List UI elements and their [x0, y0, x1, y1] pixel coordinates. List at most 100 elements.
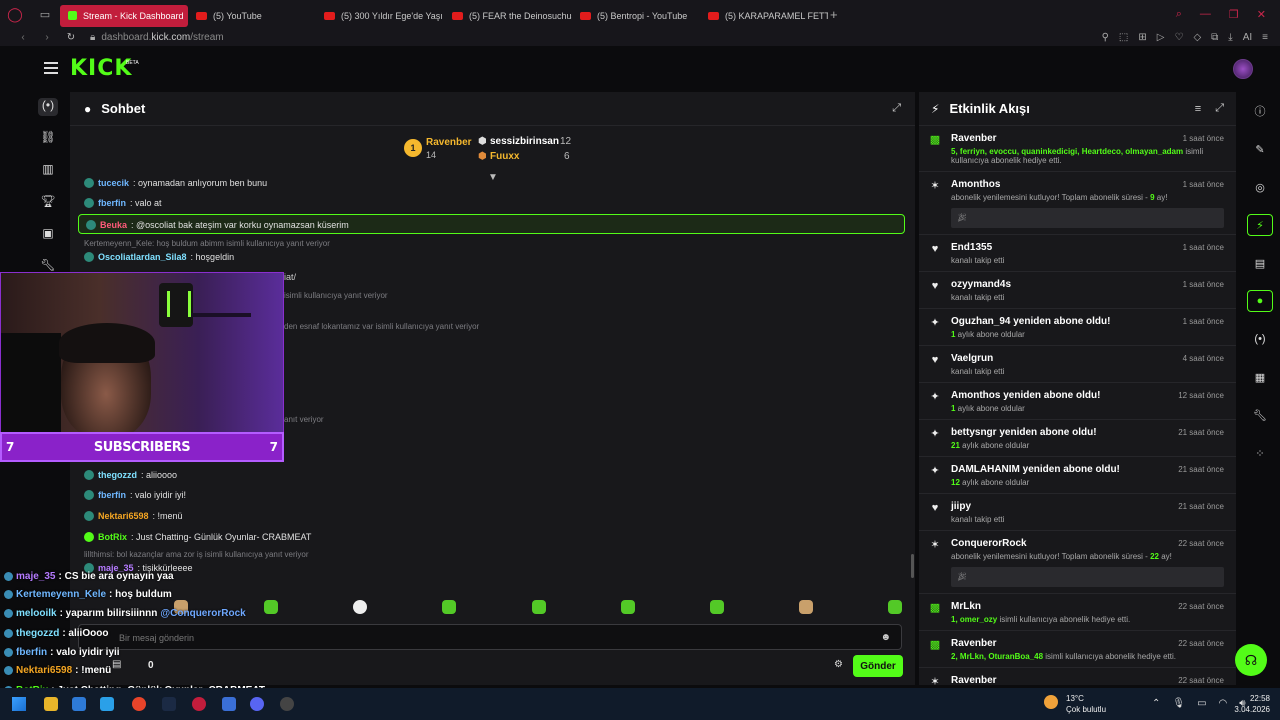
filter-icon[interactable]: ≡ [1195, 103, 1201, 115]
emote-button[interactable] [799, 600, 813, 614]
broadcast-icon[interactable]: (•) [1247, 328, 1273, 350]
windows-start-icon[interactable] [12, 697, 26, 711]
discord-icon[interactable] [250, 697, 264, 711]
integrations-icon[interactable]: ⁘ [1247, 442, 1273, 464]
weather-widget[interactable]: 13°C Çok bulutlu [1044, 693, 1106, 715]
menu-icon[interactable]: ≡ [1262, 32, 1268, 43]
feed-event[interactable]: ♥ jiipy 21 saat önce kanalı takip etti [919, 494, 1236, 531]
heart-icon[interactable]: ♡ [1174, 32, 1183, 43]
chat-username[interactable]: fberfin [98, 490, 126, 500]
browser-tab[interactable]: (5) Bentropi - YouTube [572, 5, 700, 27]
extensions-icon[interactable]: ⊞ [1138, 32, 1146, 43]
chat-username[interactable]: Nektari6598 [98, 511, 149, 521]
ai-button[interactable]: AI [1243, 32, 1252, 43]
feed-event[interactable]: ✶ Amonthos 1 saat önce abonelik yenilemesin… [919, 172, 1236, 235]
feed-event[interactable]: ✦ Oguzhan_94 yeniden abone oldu! 1 saat ön… [919, 309, 1236, 346]
feed-event[interactable]: ♥ ozyymand4s 1 saat önce kanalı takip etti [919, 272, 1236, 309]
forward-button[interactable]: › [38, 32, 56, 43]
kick-logo[interactable]: KICK [70, 56, 132, 81]
emote-button[interactable] [264, 600, 278, 614]
popout-icon[interactable]: ⤢ [1215, 102, 1224, 115]
chevron-up-icon[interactable]: ⌃ [1152, 698, 1160, 709]
chat-scrollbar[interactable] [911, 554, 914, 578]
cube-icon[interactable]: ◇ [1193, 32, 1201, 43]
chat-username[interactable]: thegozzd [98, 470, 137, 480]
support-headset-icon[interactable]: ☊ [1235, 644, 1267, 676]
send-button[interactable]: Gönder [853, 655, 903, 677]
opera-icon[interactable] [192, 697, 206, 711]
browser-tab[interactable]: (5) YouTube [188, 5, 316, 27]
steam-icon[interactable] [162, 697, 176, 711]
browser-tab[interactable]: (5) 300 Yıldır Ege'de Yaşı [316, 5, 444, 27]
document-icon[interactable]: ▤ [1247, 252, 1273, 274]
search-icon[interactable]: ⌕ [1176, 8, 1182, 21]
display-icon[interactable]: ▭ [1197, 698, 1206, 709]
scroll-down-icon[interactable]: ▼ [488, 172, 498, 183]
user-avatar[interactable] [1233, 59, 1253, 79]
feed-event[interactable]: ♥ End1355 1 saat önce kanalı takip etti [919, 235, 1236, 272]
chat-username[interactable]: Beuka [100, 220, 127, 230]
reload-button[interactable]: ↻ [62, 32, 80, 43]
close-button[interactable]: ✕ [1257, 8, 1266, 21]
media-icon[interactable]: ▣ [38, 226, 58, 244]
emote-button[interactable] [532, 600, 546, 614]
camera-icon[interactable]: ◎ [1247, 176, 1273, 198]
chat-username[interactable]: Oscoliatlardan_Sila8 [98, 252, 187, 262]
feed-event[interactable]: ▩ MrLkn 22 saat önce 1, omer_ozy isimli kul… [919, 594, 1236, 631]
trophy-icon[interactable]: 🏆︎ [38, 194, 58, 212]
edit-icon[interactable]: ✎ [1247, 138, 1273, 160]
url-field[interactable]: dashboard.kick.com/stream [101, 32, 223, 43]
puzzle-icon[interactable]: ⧉ [1211, 32, 1218, 43]
back-button[interactable]: ‹ [14, 32, 32, 43]
pin-icon[interactable]: ⚲ [1102, 32, 1109, 43]
broadcast-icon[interactable]: (•) [38, 98, 58, 116]
feed-event[interactable]: ▩ Ravenber 22 saat önce 2, MrLkn, OturanBoa… [919, 631, 1236, 668]
feed-event[interactable]: ✦ bettysngr yeniden abone oldu! 21 saat ön… [919, 420, 1236, 457]
chat-panel-icon[interactable]: ● [1247, 290, 1273, 312]
chrome-icon[interactable] [132, 697, 146, 711]
browser-tab[interactable]: (5) KARAPARAMEL FETTO [700, 5, 828, 27]
mic-icon[interactable]: 🎙︎ [1172, 698, 1185, 709]
chat-input[interactable]: Bir mesaj gönderin ☻ [78, 624, 902, 650]
emote-button[interactable] [888, 600, 902, 614]
new-tab-button[interactable]: + [830, 7, 838, 22]
browser-tab[interactable]: (5) FEAR the Deinosuchus [444, 5, 572, 27]
feed-event[interactable]: ♥ Vaelgrun 4 saat önce kanalı takip etti [919, 346, 1236, 383]
obs-icon[interactable] [280, 697, 294, 711]
tab-overview-icon[interactable]: ▭ [30, 0, 60, 28]
layers-icon[interactable]: ▦ [1247, 366, 1273, 388]
emote-button[interactable] [353, 600, 367, 614]
analytics-icon[interactable]: ▥ [38, 162, 58, 180]
browser-tab[interactable]: Stream - Kick Dashboard [60, 4, 188, 27]
feed-event[interactable]: ✦ DAMLAHANIM yeniden abone oldu! 21 saat ö… [919, 457, 1236, 494]
emoji-icon[interactable]: ☻ [880, 632, 891, 643]
app-icon[interactable] [72, 697, 86, 711]
leader-third-name[interactable]: Fuuxx [490, 151, 519, 162]
feed-event[interactable]: ▩ Ravenber 1 saat önce 5, ferriyn, evoccu, … [919, 126, 1236, 172]
screenshot-icon[interactable]: ⬚ [1119, 32, 1128, 43]
emote-button[interactable] [442, 600, 456, 614]
chat-settings-icon[interactable]: ⚙ [834, 659, 843, 670]
feed-event[interactable]: ✶ ConquerorRock 22 saat önce abonelik yenil… [919, 531, 1236, 594]
play-icon[interactable]: ▷ [1157, 32, 1165, 43]
app-icon[interactable] [100, 697, 114, 711]
app-icon[interactable] [222, 697, 236, 711]
wrench-icon[interactable]: 🔧︎ [1247, 404, 1273, 426]
clock[interactable]: 22:58 3.04.2026 [1230, 693, 1270, 715]
download-icon[interactable]: ⤓ [1228, 32, 1232, 43]
info-icon[interactable]: ⓘ [1247, 100, 1273, 122]
leader-second-name[interactable]: sessizbirinsan [490, 136, 559, 147]
maximize-button[interactable]: ❐ [1229, 8, 1239, 21]
emote-button[interactable] [621, 600, 635, 614]
feed-event[interactable]: ✦ Amonthos yeniden abone oldu! 12 saat önc… [919, 383, 1236, 420]
chat-username[interactable]: tucecik [98, 178, 129, 188]
hamburger-menu-icon[interactable] [44, 62, 58, 74]
leader-first-name[interactable]: Ravenber [426, 137, 472, 148]
popout-icon[interactable]: ⤢ [892, 102, 901, 115]
file-explorer-icon[interactable] [44, 697, 58, 711]
wifi-icon[interactable]: ◠ [1219, 698, 1228, 709]
opera-logo-icon[interactable]: ◯ [0, 0, 30, 28]
minimize-button[interactable]: — [1200, 8, 1211, 21]
chat-username[interactable]: BotRix [98, 532, 127, 542]
feed-event[interactable]: ✶Ravenber22 saat önceabonelik yenilemesi… [919, 668, 1236, 685]
